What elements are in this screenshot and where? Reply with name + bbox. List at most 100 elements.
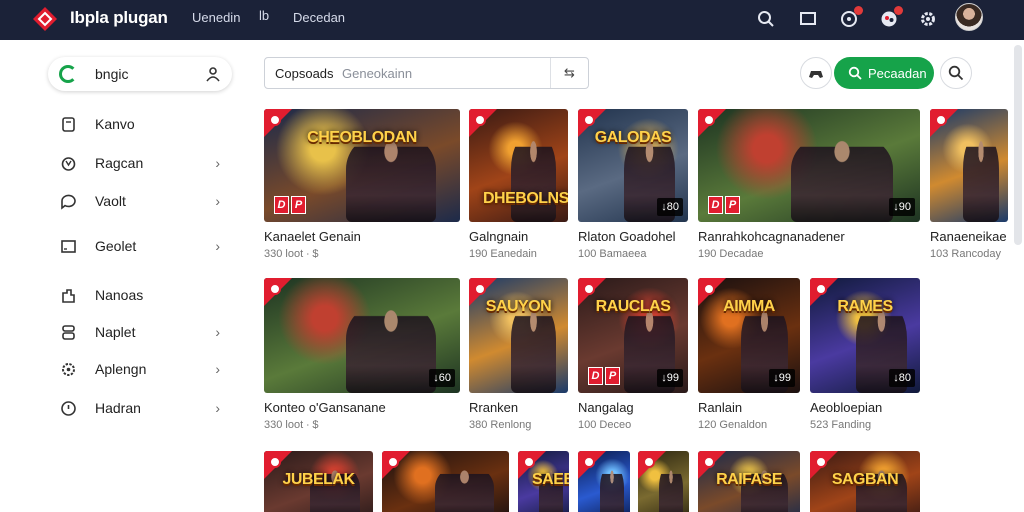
chevron-right-icon: › (215, 238, 220, 254)
game-card[interactable]: RAIFASE (698, 451, 800, 512)
main-search-input[interactable]: Copsoads Geneokainn ⇆ (264, 57, 589, 89)
game-thumbnail[interactable] (578, 451, 630, 512)
game-meta: 190 Decadae (698, 248, 764, 260)
game-card[interactable]: Ranaeneikae 103 Rancoday (930, 109, 1008, 260)
game-thumbnail[interactable]: RAUCLAS ↓99 D P (578, 278, 688, 393)
game-card[interactable]: JUBELAK (264, 451, 373, 512)
game-thumbnail[interactable]: SAGBAN (810, 451, 920, 512)
game-thumbnail[interactable] (930, 109, 1008, 222)
gear-icon[interactable] (917, 8, 939, 30)
game-card[interactable]: ↓90 D P Ranrahkohcagnanadener 190 Decadae (698, 109, 920, 260)
sidebar-search[interactable]: bngic (48, 57, 232, 91)
user-icon[interactable] (205, 66, 221, 82)
rating-badge: DP (584, 365, 624, 387)
window-icon[interactable] (797, 8, 819, 30)
game-thumbnail[interactable]: ↓90 D P (698, 109, 920, 222)
badge-icon (269, 114, 281, 126)
primary-button-label: Pecaadan (868, 65, 927, 81)
game-title[interactable]: Konteo o'Gansanane (264, 400, 460, 415)
badge-icon (703, 114, 715, 126)
sidebar-item-kanvo[interactable]: Kanvo (58, 112, 228, 136)
gamepad-button[interactable] (800, 57, 832, 89)
badge-icon (815, 456, 827, 468)
game-card[interactable]: AIMMA ↓99 Ranlain 120 Genaldon (698, 278, 800, 431)
sidebar-item-ragcan[interactable]: Ragcan › (58, 151, 228, 175)
game-character-art (346, 133, 437, 222)
game-card[interactable]: SAUYON Rranken 380 Renlong (469, 278, 568, 431)
game-title[interactable]: Kanaelet Genain (264, 229, 460, 244)
gamepad-icon (809, 71, 823, 78)
sidebar-item-nanoas[interactable]: Nanoas (58, 283, 228, 307)
rating-badge: DP (270, 194, 310, 216)
game-title[interactable]: Galngnain (469, 229, 568, 244)
notification-icon[interactable] (878, 6, 903, 30)
filter-toggle-icon[interactable]: ⇆ (550, 58, 588, 88)
game-thumbnail[interactable]: AIMMA ↓99 (698, 278, 800, 393)
app-logo-icon[interactable] (32, 6, 58, 32)
sidebar-item-geolet[interactable]: Geolet › (58, 234, 228, 258)
badge-icon (523, 456, 535, 468)
game-thumbnail[interactable]: SAUYON (469, 278, 568, 393)
badge-icon (935, 114, 947, 126)
game-thumbnail[interactable]: GALODAS ↓80 (578, 109, 688, 222)
game-card[interactable] (382, 451, 509, 512)
game-card[interactable]: SAEBR (518, 451, 569, 512)
game-thumbnail[interactable]: RAIFASE (698, 451, 800, 512)
game-thumbnail[interactable]: JUBELAK (264, 451, 373, 512)
game-card[interactable]: ↓60 Konteo o'Gansanane 330 loot ∙ $ (264, 278, 460, 431)
game-thumbnail[interactable]: SAEBR (518, 451, 569, 512)
sidebar-item-label: Vaolt (95, 193, 126, 209)
game-meta: 523 Fanding (810, 419, 872, 431)
game-meta: 330 loot ∙ $ (264, 419, 319, 431)
chat-icon[interactable] (838, 6, 863, 30)
game-thumbnail[interactable] (638, 451, 689, 512)
game-card[interactable]: RAUCLAS ↓99 D P Nangalag 100 Deceo (578, 278, 688, 431)
game-card[interactable] (578, 451, 630, 512)
game-title[interactable]: Rranken (469, 400, 568, 415)
game-thumbnail[interactable]: ↓60 (264, 278, 460, 393)
badge-icon (583, 283, 595, 295)
game-thumbnail[interactable] (382, 451, 509, 512)
game-card[interactable]: RAMES ↓80 Aeobloepian 523 Fanding (810, 278, 920, 431)
game-card[interactable]: DHEBOLNS Galngnain 190 Eanedain (469, 109, 568, 260)
player-count-badge: ↓80 (657, 198, 683, 216)
nav-text-icon[interactable]: lb (259, 8, 269, 23)
brand-ring-icon (59, 65, 77, 83)
search-icon[interactable] (755, 8, 777, 30)
game-title[interactable]: Nangalag (578, 400, 688, 415)
game-thumbnail[interactable]: DHEBOLNS (469, 109, 568, 222)
game-meta: 190 Eanedain (469, 248, 537, 260)
chevron-right-icon: › (215, 193, 220, 209)
game-title[interactable]: Rlaton Goadohel (578, 229, 688, 244)
user-avatar[interactable] (955, 3, 983, 31)
game-thumbnail[interactable]: CHEOBLODAN D P (264, 109, 460, 222)
sidebar-item-aplengn[interactable]: Aplengn › (58, 357, 228, 381)
game-title[interactable]: Ranaeneikae (930, 229, 1008, 244)
game-character-art (510, 303, 557, 393)
sidebar-item-hadran[interactable]: Hadran › (58, 396, 228, 420)
game-card[interactable]: CHEOBLODAN D P Kanaelet Genain 330 loot ∙ $ (264, 109, 460, 260)
search-button[interactable] (940, 57, 972, 89)
puzzle-icon (58, 285, 78, 305)
game-logo-text: SAUYON (485, 298, 552, 315)
game-character-art (346, 303, 437, 393)
primary-search-button[interactable]: Pecaadan (834, 57, 934, 89)
game-thumbnail[interactable]: RAMES ↓80 (810, 278, 920, 393)
game-title[interactable]: Ranrahkohcagnanadener (698, 229, 920, 244)
clock-icon (58, 398, 78, 418)
search-value: Copsoads (275, 66, 334, 81)
sidebar-item-naplet[interactable]: Naplet › (58, 320, 228, 344)
sidebar-item-vaolt[interactable]: Vaolt › (58, 189, 228, 213)
scrollbar[interactable] (1014, 45, 1022, 245)
nav-link-secondary[interactable]: Decedan (293, 10, 345, 25)
badge-icon (269, 283, 281, 295)
game-title[interactable]: Ranlain (698, 400, 800, 415)
game-card[interactable]: SAGBAN (810, 451, 920, 512)
game-character-art (791, 133, 894, 222)
game-title[interactable]: Aeobloepian (810, 400, 920, 415)
notification-dot (894, 6, 903, 15)
game-card[interactable]: GALODAS ↓80 Rlaton Goadohel 100 Bamaeea (578, 109, 688, 260)
game-card[interactable] (638, 451, 689, 512)
game-character-art (510, 133, 557, 222)
nav-link-primary[interactable]: Uenedin (192, 10, 240, 25)
